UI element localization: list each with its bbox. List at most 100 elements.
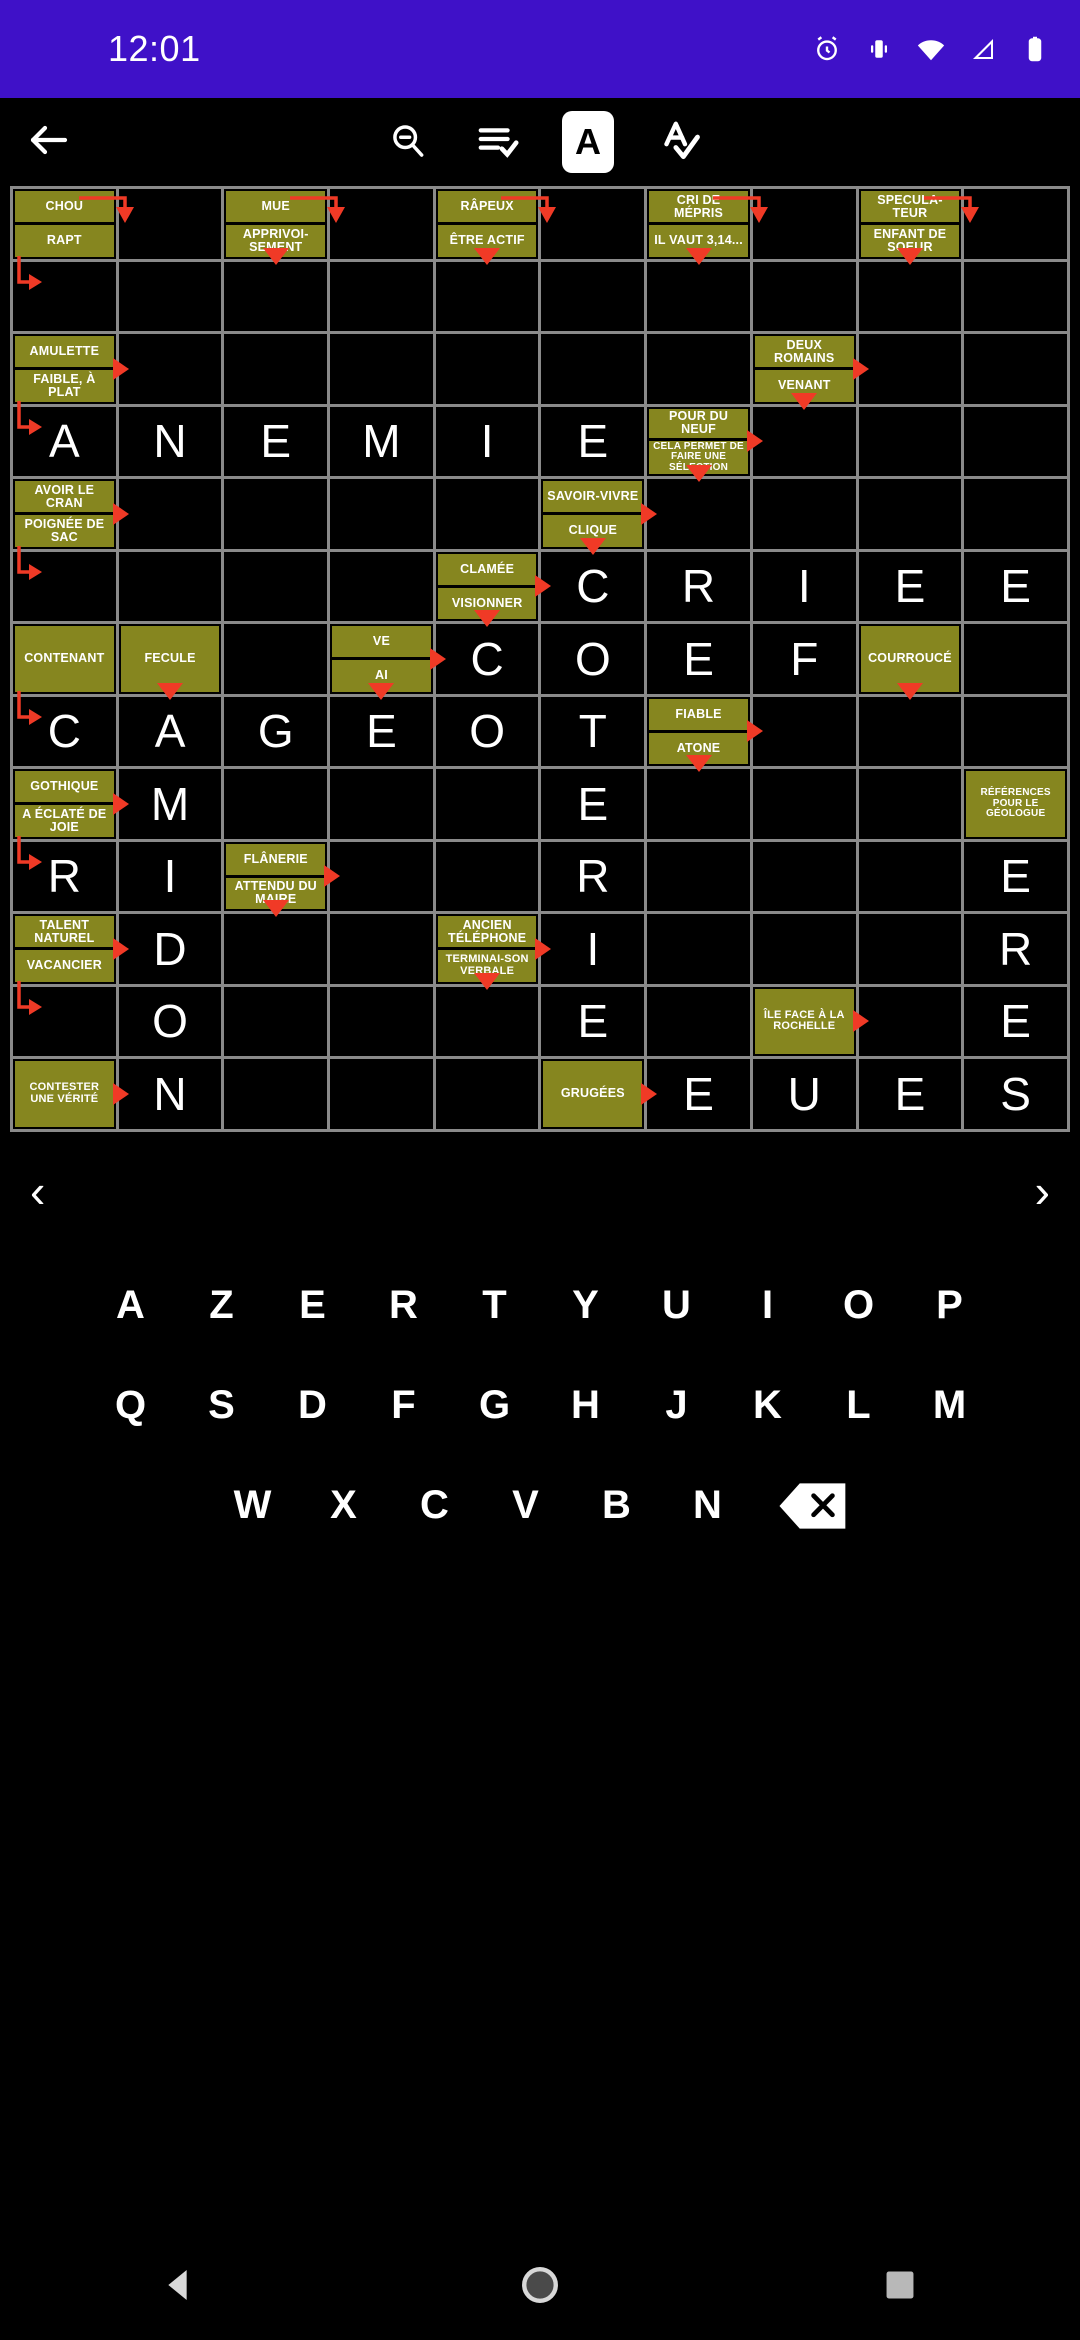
- grid-cell-r5-c4[interactable]: CLAMÉE VISIONNER: [435, 551, 552, 621]
- grid-cell-r4-c2[interactable]: [224, 479, 328, 549]
- grid-cell-r7-c1[interactable]: A: [118, 682, 222, 766]
- grid-cell-r3-c4[interactable]: I: [435, 406, 539, 476]
- grid-cell-r1-c8[interactable]: [858, 247, 962, 331]
- crossword-grid[interactable]: CHOU RAPT MUE APPRIVOI-SEMENT RÂPEUX ÊTRE ACT…: [10, 186, 1070, 1132]
- grid-cell-r1-c3[interactable]: [330, 261, 433, 331]
- grid-cell-r11-c5[interactable]: E: [541, 986, 645, 1056]
- key-F[interactable]: F: [358, 1356, 449, 1456]
- nav-recents-button[interactable]: [873, 2258, 927, 2312]
- grid-cell-r3-c1[interactable]: N: [118, 406, 222, 476]
- grid-cell-r3-c8[interactable]: [858, 406, 962, 476]
- key-A[interactable]: A: [85, 1256, 176, 1356]
- grid-cell-r4-c1[interactable]: [118, 479, 222, 549]
- grid-cell-r6-c6[interactable]: E: [647, 624, 750, 694]
- key-M[interactable]: M: [904, 1356, 995, 1456]
- grid-cell-r9-c5[interactable]: R: [541, 841, 645, 911]
- grid-cell-r3-c9[interactable]: [964, 406, 1067, 476]
- grid-cell-r1-c1[interactable]: [118, 261, 222, 331]
- grid-cell-r0-c3[interactable]: [290, 189, 433, 259]
- grid-cell-r9-c4[interactable]: [435, 841, 539, 911]
- grid-cell-r3-c5[interactable]: E: [541, 406, 645, 476]
- grid-cell-r9-c0[interactable]: R: [13, 835, 116, 911]
- grid-cell-r5-c0[interactable]: [13, 545, 116, 621]
- list-check-button[interactable]: [463, 107, 533, 177]
- grid-cell-r0-c2[interactable]: MUE APPRIVOI-SEMENT: [224, 189, 328, 259]
- grid-cell-r7-c9[interactable]: [964, 696, 1067, 766]
- grid-cell-r0-c5[interactable]: [501, 189, 645, 259]
- grid-cell-r11-c9[interactable]: E: [964, 986, 1067, 1056]
- grid-cell-r12-c7[interactable]: U: [752, 1059, 856, 1129]
- on-screen-keyboard[interactable]: AZERTYUIOPQSDFGHJKLMWXCVBN: [0, 1250, 1080, 1556]
- grid-cell-r4-c4[interactable]: [435, 479, 539, 549]
- grid-cell-r6-c8[interactable]: COURROUCÉ: [858, 624, 962, 694]
- grid-cell-r11-c6[interactable]: [647, 986, 750, 1056]
- grid-cell-r10-c8[interactable]: [858, 914, 962, 984]
- grid-cell-r2-c4[interactable]: [435, 334, 539, 404]
- grid-cell-r4-c0[interactable]: AVOIR LE CRAN POIGNÉE DE SAC: [13, 479, 129, 549]
- key-N[interactable]: N: [662, 1456, 753, 1556]
- nav-back-button[interactable]: [153, 2258, 207, 2312]
- grid-cell-r10-c1[interactable]: D: [118, 914, 222, 984]
- key-R[interactable]: R: [358, 1256, 449, 1356]
- key-Y[interactable]: Y: [540, 1256, 631, 1356]
- key-I[interactable]: I: [722, 1256, 813, 1356]
- grid-cell-r3-c6[interactable]: POUR DU NEUF CELA PERMET DE FAIRE UNE SÉL…: [647, 406, 763, 476]
- grid-cell-r11-c7[interactable]: ÎLE FACE À LA ROCHELLE: [752, 986, 869, 1056]
- grid-cell-r9-c6[interactable]: [647, 841, 750, 911]
- grid-cell-r0-c1[interactable]: [78, 189, 222, 259]
- key-J[interactable]: J: [631, 1356, 722, 1456]
- grid-cell-r12-c1[interactable]: N: [118, 1059, 222, 1129]
- grid-cell-r12-c5[interactable]: GRUGÉES: [541, 1059, 658, 1129]
- grid-cell-r11-c2[interactable]: [224, 986, 328, 1056]
- grid-cell-r12-c8[interactable]: E: [858, 1059, 962, 1129]
- grid-cell-r0-c6[interactable]: CRI DE MÉPRIS IL VAUT 3,14...: [647, 189, 750, 259]
- grid-cell-r1-c2[interactable]: [224, 247, 328, 331]
- grid-cell-r0-c8[interactable]: SPECULA-TEUR ENFANT DE SOEUR: [858, 189, 962, 259]
- grid-cell-r2-c8[interactable]: [858, 334, 962, 404]
- check-letter-button[interactable]: [645, 107, 715, 177]
- grid-cell-r8-c1[interactable]: M: [118, 769, 222, 839]
- grid-cell-r12-c2[interactable]: [224, 1059, 328, 1129]
- grid-cell-r2-c7[interactable]: DEUX ROMAINS VENANT: [752, 334, 869, 404]
- grid-cell-r4-c6[interactable]: [647, 465, 750, 549]
- grid-cell-r8-c9[interactable]: RÉFÉRENCES POUR LE GÉOLOGUE: [964, 769, 1067, 839]
- grid-cell-r4-c7[interactable]: [752, 479, 856, 549]
- key-Q[interactable]: Q: [85, 1356, 176, 1456]
- key-E[interactable]: E: [267, 1256, 358, 1356]
- nav-home-button[interactable]: [513, 2258, 567, 2312]
- grid-cell-r9-c2[interactable]: FLÂNERIE ATTENDU DU MAIRE: [224, 841, 341, 911]
- grid-cell-r9-c8[interactable]: [858, 841, 962, 911]
- key-B[interactable]: B: [571, 1456, 662, 1556]
- grid-cell-r11-c8[interactable]: [858, 986, 962, 1056]
- grid-cell-r5-c1[interactable]: [118, 551, 222, 621]
- grid-cell-r5-c6[interactable]: R: [647, 551, 750, 621]
- grid-cell-r1-c4[interactable]: [435, 247, 539, 331]
- grid-cell-r12-c6[interactable]: E: [647, 1059, 750, 1129]
- key-S[interactable]: S: [176, 1356, 267, 1456]
- grid-cell-r9-c1[interactable]: I: [118, 841, 222, 911]
- grid-cell-r7-c0[interactable]: C: [13, 690, 116, 766]
- prev-clue-button[interactable]: ‹: [30, 1168, 45, 1214]
- grid-cell-r2-c5[interactable]: [541, 334, 645, 404]
- grid-cell-r0-c4[interactable]: RÂPEUX ÊTRE ACTIF: [435, 189, 539, 259]
- grid-cell-r2-c1[interactable]: [118, 334, 222, 404]
- grid-cell-r5-c8[interactable]: E: [858, 551, 962, 621]
- grid-cell-r7-c8[interactable]: [858, 682, 962, 766]
- grid-cell-r9-c7[interactable]: [752, 841, 856, 911]
- grid-cell-r11-c0[interactable]: [13, 980, 116, 1056]
- grid-cell-r11-c4[interactable]: [435, 972, 539, 1056]
- grid-cell-r10-c9[interactable]: R: [964, 914, 1067, 984]
- grid-cell-r8-c5[interactable]: E: [541, 769, 645, 839]
- key-Z[interactable]: Z: [176, 1256, 267, 1356]
- grid-cell-r6-c2[interactable]: [224, 624, 328, 694]
- key-V[interactable]: V: [480, 1456, 571, 1556]
- grid-cell-r12-c0[interactable]: CONTESTER UNE VÉRITÉ: [13, 1059, 129, 1129]
- grid-cell-r5-c5[interactable]: C: [541, 537, 645, 621]
- letter-mode-button[interactable]: A: [553, 107, 623, 177]
- grid-cell-r11-c1[interactable]: O: [118, 986, 222, 1056]
- key-U[interactable]: U: [631, 1256, 722, 1356]
- grid-cell-r12-c3[interactable]: [330, 1059, 433, 1129]
- grid-cell-r10-c7[interactable]: [752, 914, 856, 984]
- grid-cell-r2-c3[interactable]: [330, 334, 433, 404]
- grid-cell-r4-c8[interactable]: [858, 479, 962, 549]
